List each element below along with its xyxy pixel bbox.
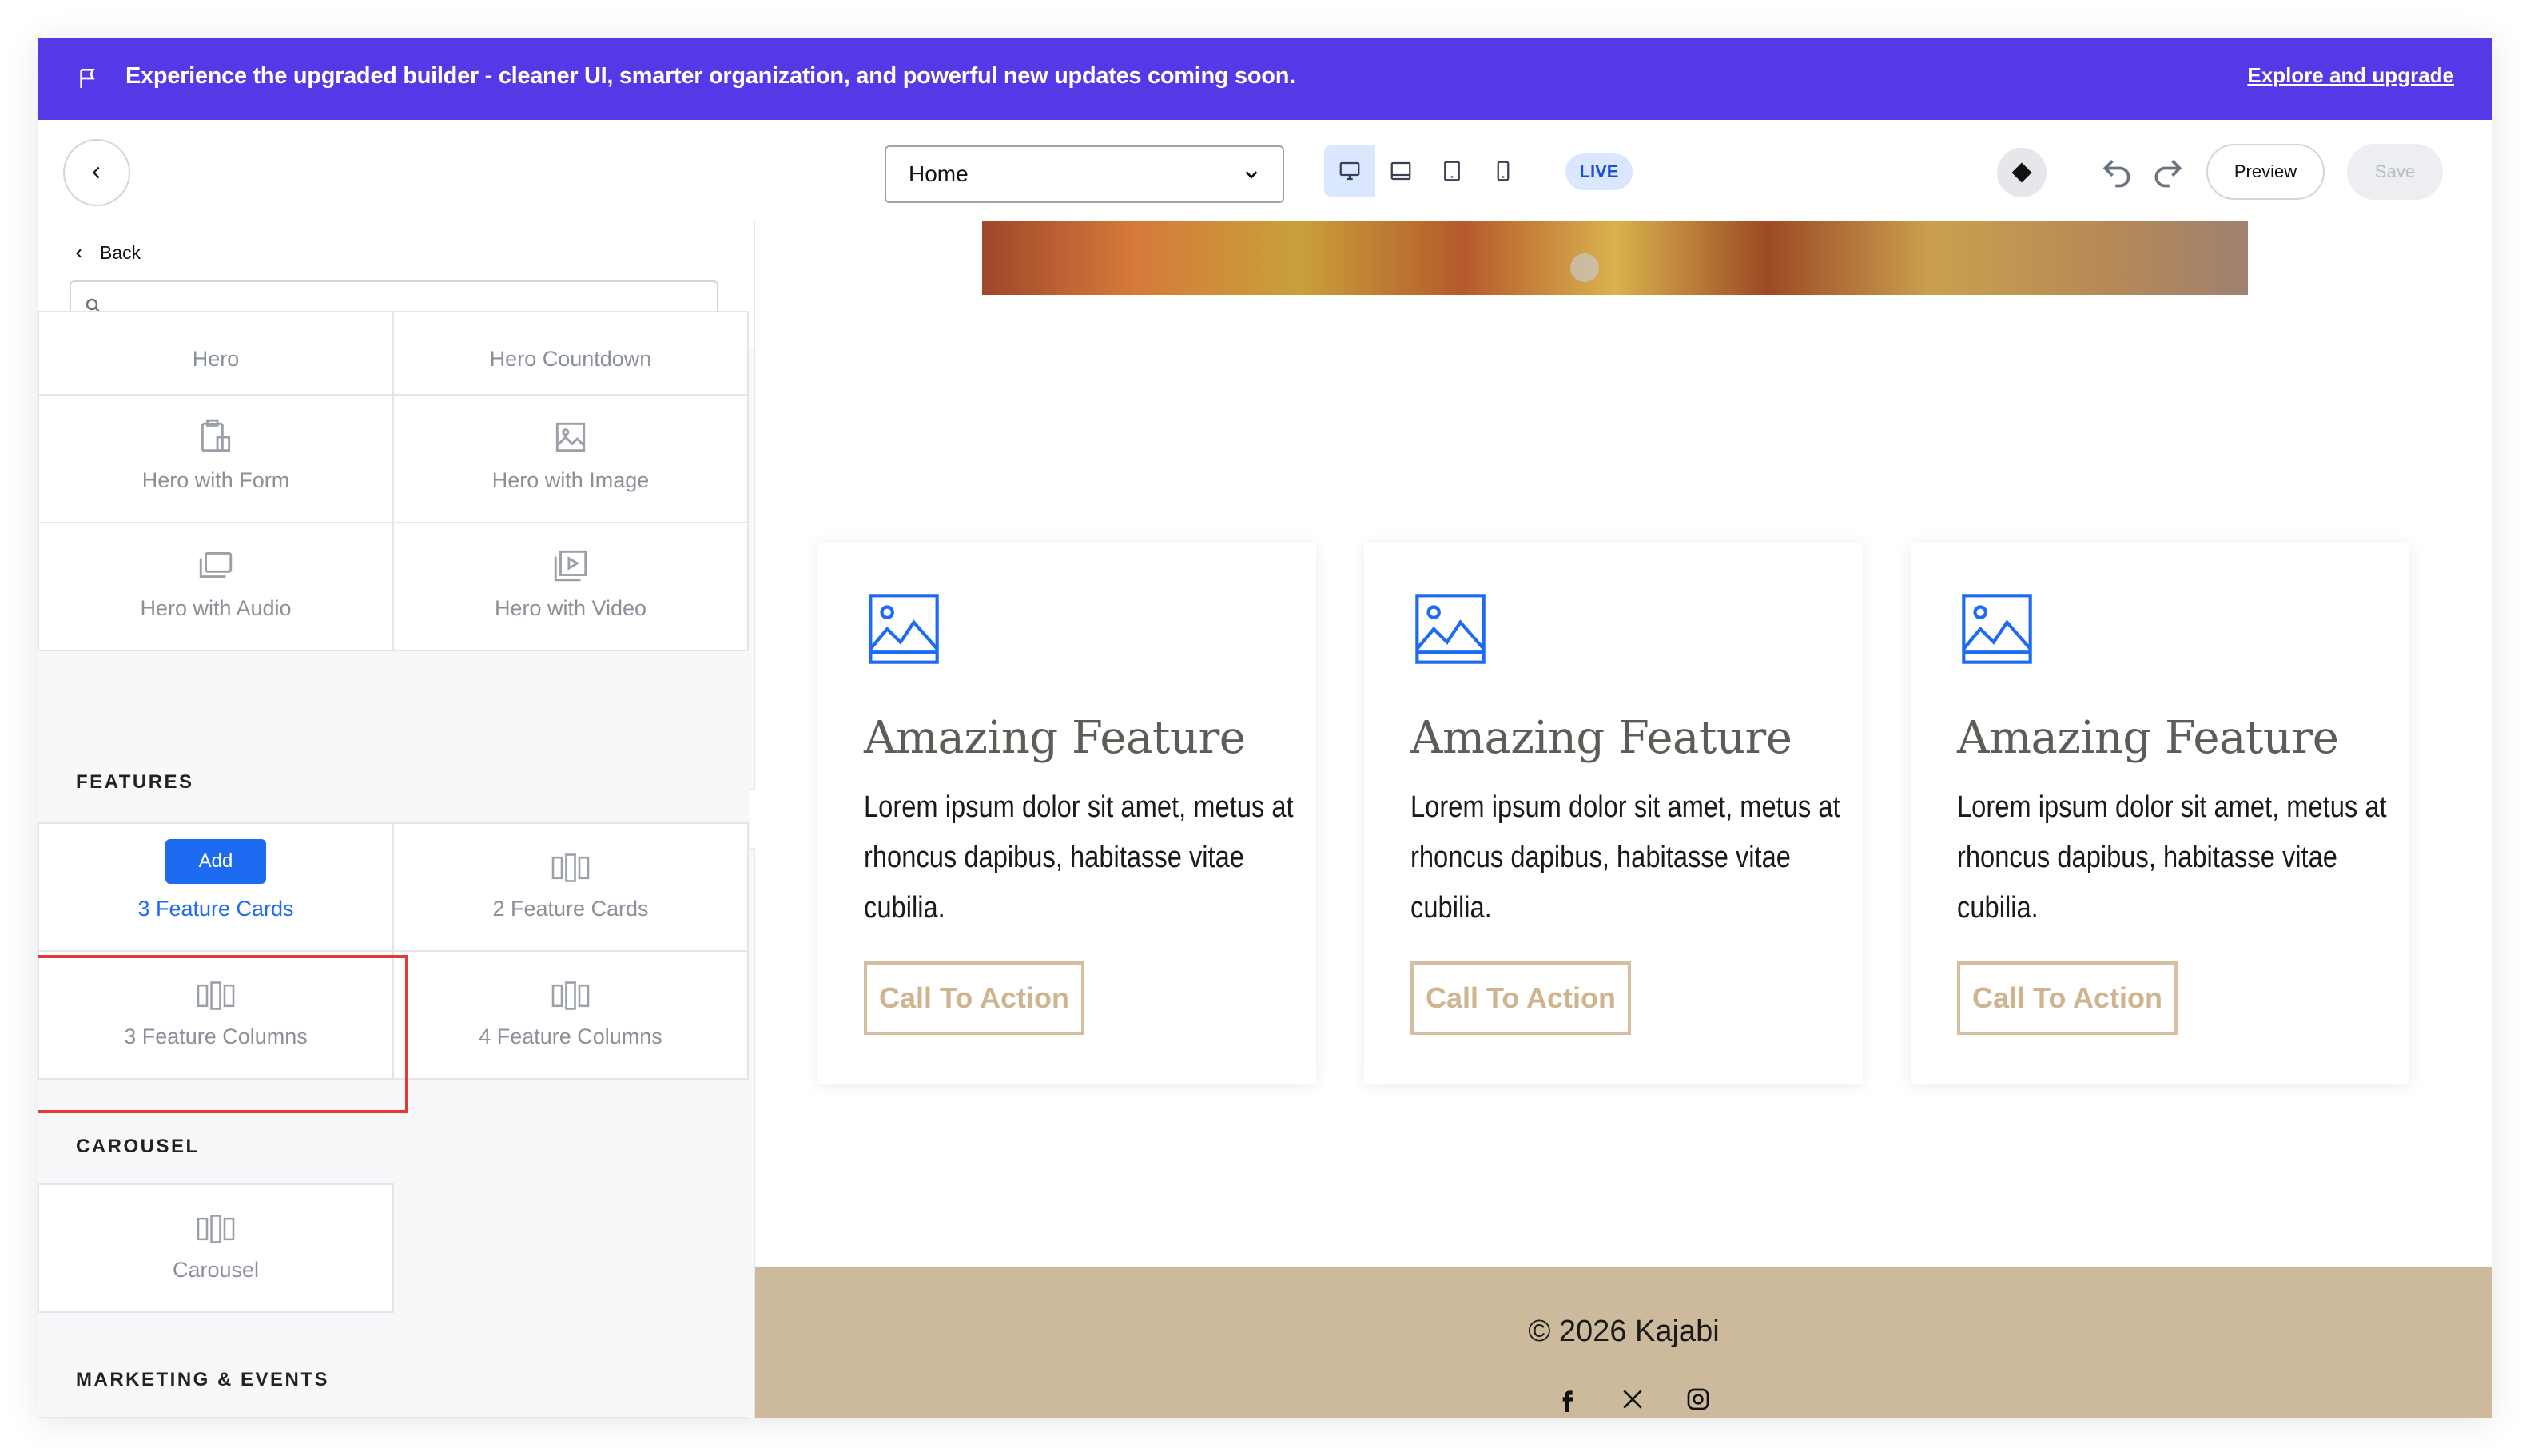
tile-3-feature-cards[interactable]: Add 3 Feature Cards [38, 822, 394, 952]
selection-highlight [38, 955, 408, 1113]
tile-hero-with-audio[interactable]: Hero with Audio [38, 522, 394, 651]
laptop-icon [1390, 161, 1411, 181]
sidebar-back-link[interactable]: Back [73, 242, 141, 264]
call-to-action-button[interactable]: Call To Action [1410, 961, 1631, 1035]
hero-image [982, 221, 2248, 295]
tile-hero-with-image[interactable]: Hero with Image [392, 394, 749, 523]
laptop-view-button[interactable] [1375, 145, 1426, 197]
carousel-section-title: CAROUSEL [76, 1136, 200, 1157]
page-footer: © 2026 Kajabi [755, 1267, 2492, 1418]
chevron-left-icon [92, 166, 100, 179]
feature-card[interactable]: Amazing Feature Lorem ipsum dolor sit am… [817, 543, 1316, 1084]
footer-copyright: © 2026 Kajabi [1528, 1315, 1720, 1348]
top-toolbar: Home LIVE Preview Save [38, 120, 2492, 221]
feature-card[interactable]: Amazing Feature Lorem ipsum dolor sit am… [1911, 543, 2409, 1084]
live-status-badge: LIVE [1565, 153, 1633, 190]
mobile-icon [1497, 161, 1510, 181]
image-placeholder-icon [1962, 594, 2032, 664]
theme-settings-button[interactable] [1997, 148, 2047, 197]
page-canvas: Amazing Feature Lorem ipsum dolor sit am… [755, 221, 2492, 1418]
tile-carousel[interactable]: Carousel [38, 1183, 394, 1313]
card-body: Lorem ipsum dolor sit amet, metus at rho… [1410, 790, 1840, 925]
columns-icon [551, 981, 590, 1010]
add-section-button[interactable]: Add [165, 839, 266, 884]
image-placeholder-icon [869, 594, 939, 664]
page-select[interactable]: Home [885, 145, 1284, 203]
audio-icon [199, 551, 233, 579]
columns-icon [551, 853, 590, 882]
tile-label: 3 Feature Cards [137, 897, 294, 921]
columns-icon [197, 1215, 235, 1243]
device-switcher [1324, 145, 1529, 197]
instagram-icon[interactable] [1685, 1386, 1711, 1412]
card-title: Amazing Feature [864, 712, 1246, 764]
flag-icon [80, 69, 95, 88]
tablet-icon [1444, 161, 1460, 181]
tile-label: 4 Feature Columns [479, 1024, 662, 1048]
tile-label: Hero with Form [141, 468, 290, 492]
card-title: Amazing Feature [1410, 712, 1792, 764]
diamond-icon [2011, 162, 2032, 183]
card-body: Lorem ipsum dolor sit amet, metus at rho… [864, 790, 1294, 925]
banner-message: Experience the upgraded builder - cleane… [125, 63, 1295, 89]
tile-label: Hero with Audio [140, 596, 292, 620]
chevron-left-icon [75, 249, 82, 257]
tile-2-feature-cards[interactable]: 2 Feature Cards [392, 822, 749, 952]
explore-upgrade-link[interactable]: Explore and upgrade [2247, 63, 2454, 88]
carousel-dot[interactable] [1570, 253, 1599, 282]
upgrade-banner: Experience the upgraded builder - cleane… [38, 38, 2492, 120]
sidebar-back-label: Back [100, 242, 141, 263]
tile-hero-countdown[interactable]: Hero Countdown [392, 311, 749, 396]
tile-label: Hero with Video [494, 596, 647, 620]
social-links [1554, 1386, 1711, 1412]
desktop-icon [1339, 161, 1360, 181]
tile-hero-with-form[interactable]: Hero with Form [38, 394, 394, 523]
desktop-view-button[interactable] [1324, 145, 1375, 197]
feature-card[interactable]: Amazing Feature Lorem ipsum dolor sit am… [1364, 543, 1863, 1084]
features-section-title: FEATURES [76, 771, 194, 793]
tile-label: 2 Feature Cards [492, 897, 649, 921]
builder-window: Experience the upgraded builder - cleane… [38, 38, 2492, 1418]
preview-button[interactable]: Preview [2206, 144, 2325, 200]
facebook-icon[interactable] [1554, 1386, 1580, 1412]
page-select-value: Home [909, 161, 969, 186]
mobile-view-button[interactable] [1478, 145, 1529, 197]
redo-icon[interactable] [2150, 155, 2186, 190]
card-body: Lorem ipsum dolor sit amet, metus at rho… [1957, 790, 2387, 925]
call-to-action-button[interactable]: Call To Action [864, 961, 1084, 1035]
image-icon [555, 422, 586, 452]
image-placeholder-icon [1415, 594, 1486, 664]
call-to-action-button[interactable]: Call To Action [1957, 961, 2178, 1035]
tablet-view-button[interactable] [1426, 145, 1478, 197]
undo-icon[interactable] [2099, 155, 2134, 190]
marketing-section-title: MARKETING & EVENTS [76, 1369, 330, 1390]
chevron-down-icon [1245, 171, 1258, 179]
tile-marketing-1[interactable] [38, 1417, 394, 1418]
tile-marketing-2[interactable] [392, 1417, 749, 1418]
save-button[interactable]: Save [2347, 144, 2443, 200]
tile-label: Carousel [172, 1258, 260, 1282]
tile-label: Hero Countdown [489, 347, 652, 371]
tile-label: Hero with Image [491, 468, 650, 492]
card-title: Amazing Feature [1957, 712, 2339, 764]
x-twitter-icon[interactable] [1620, 1386, 1645, 1412]
exit-back-button[interactable] [63, 139, 130, 206]
tile-hero-with-video[interactable]: Hero with Video [392, 522, 749, 651]
tile-4-feature-columns[interactable]: 4 Feature Columns [392, 950, 749, 1080]
section-library-sidebar: Back Hero Hero Countdown Hero with Form … [38, 221, 755, 1418]
tile-hero[interactable]: Hero [38, 311, 394, 396]
form-icon [201, 419, 231, 452]
video-icon [554, 550, 587, 582]
tile-label: Hero [192, 347, 240, 371]
